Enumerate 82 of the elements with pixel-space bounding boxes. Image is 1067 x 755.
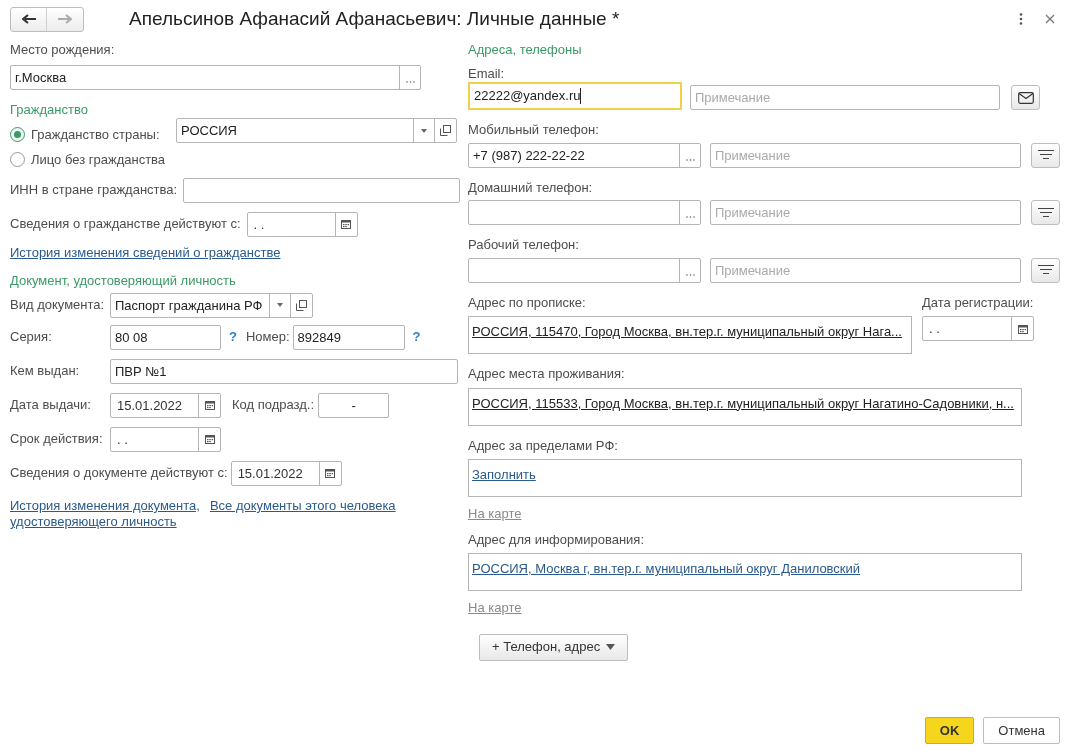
expiry-date-field[interactable]: . . [110,426,221,452]
phone-field[interactable] [468,200,701,225]
all-documents-link[interactable]: Все документы этого человека [209,498,396,530]
options-button[interactable] [1031,257,1060,283]
field-label: Серия: [10,328,53,347]
help-icon[interactable]: ? [412,327,421,347]
radio-label[interactable]: Лицо без гражданства [31,149,166,170]
field-label: Мобильный телефон: [468,121,600,139]
address-field[interactable]: РОССИЯ, 115533, Город Москва, вн.тер.г. муниципальный округ Нагатино-Садовники, н... [468,387,1022,426]
list-menu-icon [1037,150,1054,160]
history-link[interactable]: История изменения сведений о гражданстве [10,243,458,263]
series-field[interactable]: 80 08 [110,324,221,350]
field-label: Сведения о документе действуют с: [10,464,228,483]
help-icon[interactable]: ? [229,327,237,347]
more-menu-icon[interactable] [1019,13,1023,25]
valid-from-date-field[interactable]: 15.01.2022 [230,460,342,486]
field-label: ИНН в стране гражданства: [10,181,178,200]
caret-icon [606,644,615,650]
field-label: Место рождения: [10,41,116,59]
phone-field[interactable] [468,257,701,283]
field-label: Дата выдачи: [10,396,92,415]
close-icon[interactable] [1045,14,1055,24]
window-title: Апельсинов Афанасий Афанасьевич: Личные данные * [129,6,620,31]
phone-field[interactable]: +7 (987) 222-22-22 [468,142,701,168]
send-email-button[interactable] [1011,85,1040,110]
date-field[interactable]: . . [246,211,358,237]
calendar-icon[interactable] [341,219,352,229]
field-label: Код подразд.: [232,396,315,415]
section-title: Гражданство [10,100,89,119]
number-field[interactable]: 892849 [292,324,405,350]
department-code-field[interactable]: - [318,392,390,418]
issue-date-field[interactable]: 15.01.2022 [110,392,221,418]
field-label: Домашний телефон: [468,178,594,197]
field-label: Адрес за пределами РФ: [468,436,619,455]
field-label: Дата регистрации: [922,293,1034,312]
field-label: Адрес места проживания: [468,365,626,383]
address-field[interactable]: Заполнить [468,459,1022,497]
inn-field[interactable] [183,177,461,203]
document-type-combobox[interactable]: Паспорт гражданина РФ [110,292,313,318]
list-menu-icon [1037,265,1054,275]
radio-button[interactable] [10,127,25,142]
address-field[interactable]: РОССИЯ, 115470, Город Москва, вн.тер.г. муниципальный округ Нага... [468,316,912,354]
field-label: Вид документа: [10,296,106,315]
add-phone-address-button[interactable]: + Телефон, адрес [479,633,628,661]
arrow-left-icon [21,14,36,24]
birthplace-field[interactable]: г.Москва [10,64,421,90]
calendar-icon[interactable] [1017,323,1028,334]
issuer-field[interactable]: ПВР №1 [110,358,458,384]
map-link[interactable]: На карте [468,504,522,524]
calendar-icon[interactable] [325,468,336,478]
address-link[interactable]: Заполнить [472,467,536,482]
field-label: Сведения о гражданстве действуют с: [10,215,241,234]
ok-button[interactable]: OK [924,717,975,744]
section-title: Документ, удостоверяющий личность [10,271,237,290]
address-field[interactable]: РОССИЯ, Москва г, вн.тер.г. муниципальный округ Даниловский [468,553,1022,591]
options-button[interactable] [1031,142,1060,168]
document-history-link[interactable]: История изменения документа, [10,498,200,514]
field-label: Срок действия: [10,430,104,449]
field-label: Email: [468,64,506,83]
registration-date-field[interactable]: . . [922,316,1034,341]
radio-button[interactable] [10,152,25,167]
field-label: Адрес для информирования: [468,530,645,549]
field-label: Номер: [245,328,290,347]
radio-label[interactable]: Гражданство страны: [31,124,160,145]
field-label: Адрес по прописке: [468,293,587,312]
options-button[interactable] [1031,200,1060,225]
country-combobox[interactable]: РОССИЯ [176,118,457,143]
address-link[interactable]: РОССИЯ, 115470, Город Москва, вн.тер.г. муниципальный округ Нага... [472,324,902,339]
field-label: Кем выдан: [10,362,81,381]
map-link[interactable]: На карте [468,598,522,618]
address-link[interactable]: РОССИЯ, 115533, Город Москва, вн.тер.г. муниципальный округ Нагатино-Садовники, н... [472,395,1014,411]
arrow-right-icon [58,14,72,24]
field-label: Рабочий телефон: [468,236,580,254]
calendar-icon[interactable] [204,400,215,410]
envelope-icon [1017,91,1034,104]
document-history-link[interactable]: удостоверяющего личность [10,514,200,530]
cancel-button[interactable]: Отмена [983,717,1060,744]
email-field[interactable]: 22222@yandex.ru [468,81,682,110]
list-menu-icon [1037,207,1054,218]
address-link[interactable]: РОССИЯ, Москва г, вн.тер.г. муниципальный округ Даниловский [472,561,861,576]
calendar-icon[interactable] [204,434,215,444]
section-title: Адреса, телефоны [468,41,583,59]
